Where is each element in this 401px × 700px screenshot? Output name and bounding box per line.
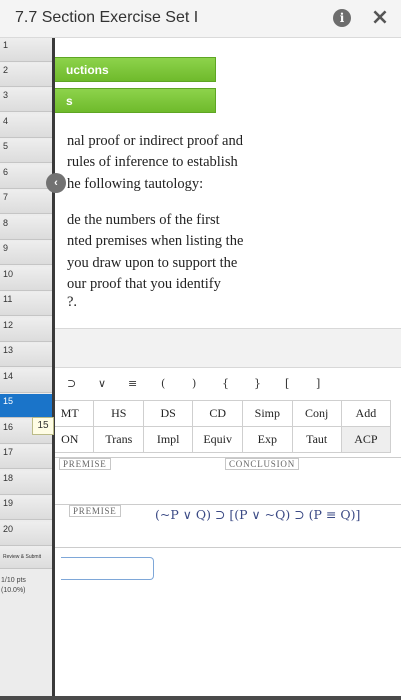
line-number-tooltip: 15 <box>32 417 54 435</box>
rule-mt-button[interactable]: MT <box>55 400 95 427</box>
rule-impl-button[interactable]: Impl <box>143 426 194 453</box>
rule-add-button[interactable]: Add <box>340 400 392 427</box>
proof-toolbar-band <box>55 328 401 368</box>
sidebar-item-18[interactable]: 18 <box>0 471 52 495</box>
instruction-line: nted premises when listing the <box>67 233 244 249</box>
sidebar-item-17[interactable]: 17 <box>0 445 52 469</box>
instruction-line: de the numbers of the first <box>67 212 220 228</box>
review-submit-button[interactable]: Review & Submit <box>0 546 52 569</box>
rule-conj-button[interactable]: Conj <box>291 400 342 427</box>
question-sidebar: 1 2 3 4 5 6 7 8 9 10 11 12 13 14 15 16 1… <box>0 38 52 696</box>
sidebar-item-20[interactable]: 20 <box>0 522 52 546</box>
premise-label-2: PREMISE <box>69 505 121 517</box>
sidebar-item-10[interactable]: 10 <box>0 267 52 291</box>
symbol-open-bracket-button[interactable]: [ <box>285 377 289 390</box>
instruction-line: he following tautology: <box>67 176 204 192</box>
rule-equiv-button[interactable]: Equiv <box>192 426 244 453</box>
sidebar-item-12[interactable]: 12 <box>0 318 52 342</box>
rule-dn-button[interactable]: ON <box>55 426 95 453</box>
secondary-button[interactable]: s <box>55 88 216 113</box>
question-content: uctions s nal proof or indirect proof an… <box>55 38 401 696</box>
collapse-sidebar-icon[interactable]: ‹ <box>46 173 66 193</box>
sidebar-item-14[interactable]: 14 <box>0 369 52 393</box>
points-text: 1/10 pts <box>1 577 26 584</box>
instruction-line: nal proof or indirect proof and <box>67 133 243 149</box>
rule-acp-button[interactable]: ACP <box>340 426 392 453</box>
premise-input[interactable] <box>61 557 154 580</box>
symbol-open-brace-button[interactable]: { <box>222 377 229 390</box>
header-bar: 7.7 Section Exercise Set I i × <box>0 0 401 38</box>
symbol-close-brace-button[interactable]: } <box>254 377 261 390</box>
bottom-scroll-bar[interactable] <box>0 696 401 700</box>
rules-table: MT HS DS CD Simp Conj Add ON Trans Impl … <box>55 400 392 453</box>
conclusion-label: CONCLUSION <box>225 458 300 470</box>
premise-label: PREMISE <box>59 458 111 470</box>
sidebar-item-19[interactable]: 19 <box>0 496 52 520</box>
sidebar-item-2[interactable]: 2 <box>0 63 52 87</box>
symbol-open-paren-button[interactable]: ( <box>161 377 165 390</box>
info-icon[interactable]: i <box>333 9 351 27</box>
sidebar-item-15[interactable]: 15 <box>0 394 52 418</box>
divider <box>55 547 401 548</box>
sidebar-item-6[interactable]: 6 <box>0 165 52 189</box>
sidebar-item-5[interactable]: 5 <box>0 139 52 163</box>
rule-cd-button[interactable]: CD <box>192 400 244 427</box>
symbol-close-paren-button[interactable]: ) <box>192 377 196 390</box>
sidebar-item-7[interactable]: 7 <box>0 190 52 214</box>
symbol-tribar-button[interactable]: ≡ <box>128 377 137 390</box>
page-title: 7.7 Section Exercise Set I <box>15 9 199 26</box>
score-display: 1/10 pts (10.0%) <box>1 576 52 596</box>
sidebar-item-4[interactable]: 4 <box>0 114 52 138</box>
percent-text: (10.0%) <box>1 587 26 594</box>
symbol-wedge-button[interactable]: ∨ <box>98 377 106 390</box>
instruction-line: you draw upon to support the <box>67 255 238 271</box>
sidebar-item-8[interactable]: 8 <box>0 216 52 240</box>
sidebar-item-13[interactable]: 13 <box>0 343 52 367</box>
symbol-horseshoe-button[interactable]: ⊃ <box>67 377 76 390</box>
sidebar-item-9[interactable]: 9 <box>0 241 52 265</box>
conclusion-formula: (~P ∨ Q) ⊃ [(P ∨ ~Q) ⊃ (P ≡ Q)] <box>155 507 361 522</box>
symbol-close-bracket-button[interactable]: ] <box>316 377 320 390</box>
rule-simp-button[interactable]: Simp <box>242 400 293 427</box>
sidebar-item-1[interactable]: 1 <box>0 38 52 62</box>
rule-exp-button[interactable]: Exp <box>242 426 293 453</box>
rule-hs-button[interactable]: HS <box>93 400 145 427</box>
instructions-button[interactable]: uctions <box>55 57 216 82</box>
close-icon[interactable]: × <box>369 5 391 31</box>
instruction-line: rules of inference to establish <box>67 154 238 170</box>
instruction-line: ?. <box>67 294 78 310</box>
rule-trans-button[interactable]: Trans <box>93 426 145 453</box>
rule-taut-button[interactable]: Taut <box>291 426 342 453</box>
rule-ds-button[interactable]: DS <box>143 400 194 427</box>
sidebar-item-11[interactable]: 11 <box>0 292 52 316</box>
instruction-line: our proof that you identify <box>67 276 221 292</box>
sidebar-item-3[interactable]: 3 <box>0 88 52 112</box>
